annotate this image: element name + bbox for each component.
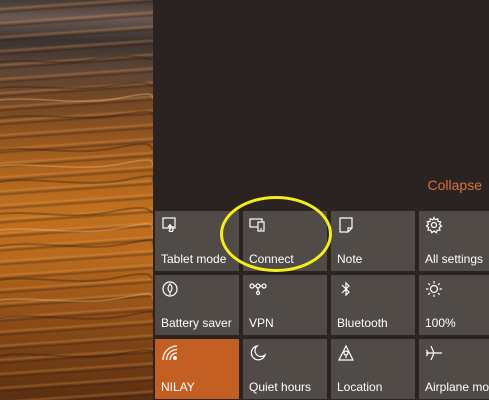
- water-ripples: [0, 55, 153, 358]
- tile-vpn[interactable]: VPN: [243, 275, 327, 335]
- airplane-icon: [425, 344, 443, 362]
- screen: Collapse Tablet mode Connect Note All se…: [0, 0, 489, 400]
- tile-label: Bluetooth: [337, 316, 388, 330]
- tile-label: Battery saver: [161, 316, 232, 330]
- tile-note[interactable]: Note: [331, 211, 415, 271]
- battery-saver-icon: [161, 280, 179, 298]
- tile-battery-saver[interactable]: Battery saver: [155, 275, 239, 335]
- connect-icon: [249, 216, 267, 234]
- tile-connect[interactable]: Connect: [243, 211, 327, 271]
- tile-bluetooth[interactable]: Bluetooth: [331, 275, 415, 335]
- tile-tablet-mode[interactable]: Tablet mode: [155, 211, 239, 271]
- tile-wifi-network[interactable]: NILAY: [155, 339, 239, 399]
- tile-label: Airplane mode: [425, 380, 489, 394]
- tile-label: Tablet mode: [161, 252, 227, 266]
- location-icon: [337, 344, 355, 362]
- tile-label: 100%: [425, 316, 456, 330]
- tile-all-settings[interactable]: All settings: [419, 211, 489, 271]
- note-icon: [337, 216, 355, 234]
- tile-quiet-hours[interactable]: Quiet hours: [243, 339, 327, 399]
- action-center-panel: Collapse Tablet mode Connect Note All se…: [153, 0, 489, 400]
- tile-location[interactable]: Location: [331, 339, 415, 399]
- tile-label: All settings: [425, 252, 484, 266]
- bluetooth-icon: [337, 280, 355, 298]
- gear-icon: [425, 216, 443, 234]
- desktop-wallpaper: [0, 0, 153, 400]
- vpn-icon: [249, 280, 267, 298]
- tile-label: VPN: [249, 316, 274, 330]
- tile-airplane-mode[interactable]: Airplane mode: [419, 339, 489, 399]
- tablet-mode-icon: [161, 216, 179, 234]
- moon-icon: [249, 344, 267, 362]
- wifi-icon: [161, 344, 179, 362]
- tile-label: Quiet hours: [249, 380, 312, 394]
- tile-brightness[interactable]: 100%: [419, 275, 489, 335]
- tile-label: Location: [337, 380, 383, 394]
- brightness-icon: [425, 280, 443, 298]
- tile-label: NILAY: [161, 380, 195, 394]
- collapse-link[interactable]: Collapse: [428, 177, 482, 193]
- tile-label: Note: [337, 252, 363, 266]
- tile-label: Connect: [249, 252, 294, 266]
